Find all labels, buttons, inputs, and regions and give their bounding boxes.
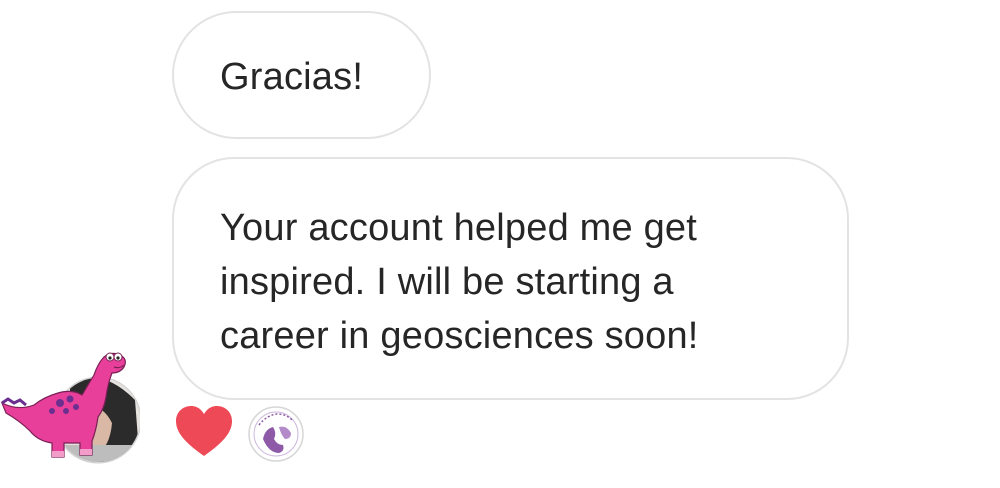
- sender-avatar[interactable]: [0, 345, 142, 475]
- heart-icon: [176, 406, 232, 456]
- message-text-line: Your account helped me get: [220, 207, 698, 249]
- message-text-line: Gracias!: [220, 56, 364, 98]
- reactor-avatar[interactable]: [247, 405, 305, 463]
- message-bubble-gracias[interactable]: Gracias!: [172, 11, 431, 139]
- message-text-line: inspired. I will be starting a: [220, 261, 674, 303]
- message-bubble-account[interactable]: Your account helped me get inspired. I w…: [172, 157, 849, 400]
- heart-reaction[interactable]: [174, 404, 234, 460]
- message-text-line: career in geosciences soon!: [220, 315, 699, 357]
- reactor-avatar-icon: [248, 406, 304, 462]
- pink-dinosaur-avatar-icon: [0, 352, 142, 464]
